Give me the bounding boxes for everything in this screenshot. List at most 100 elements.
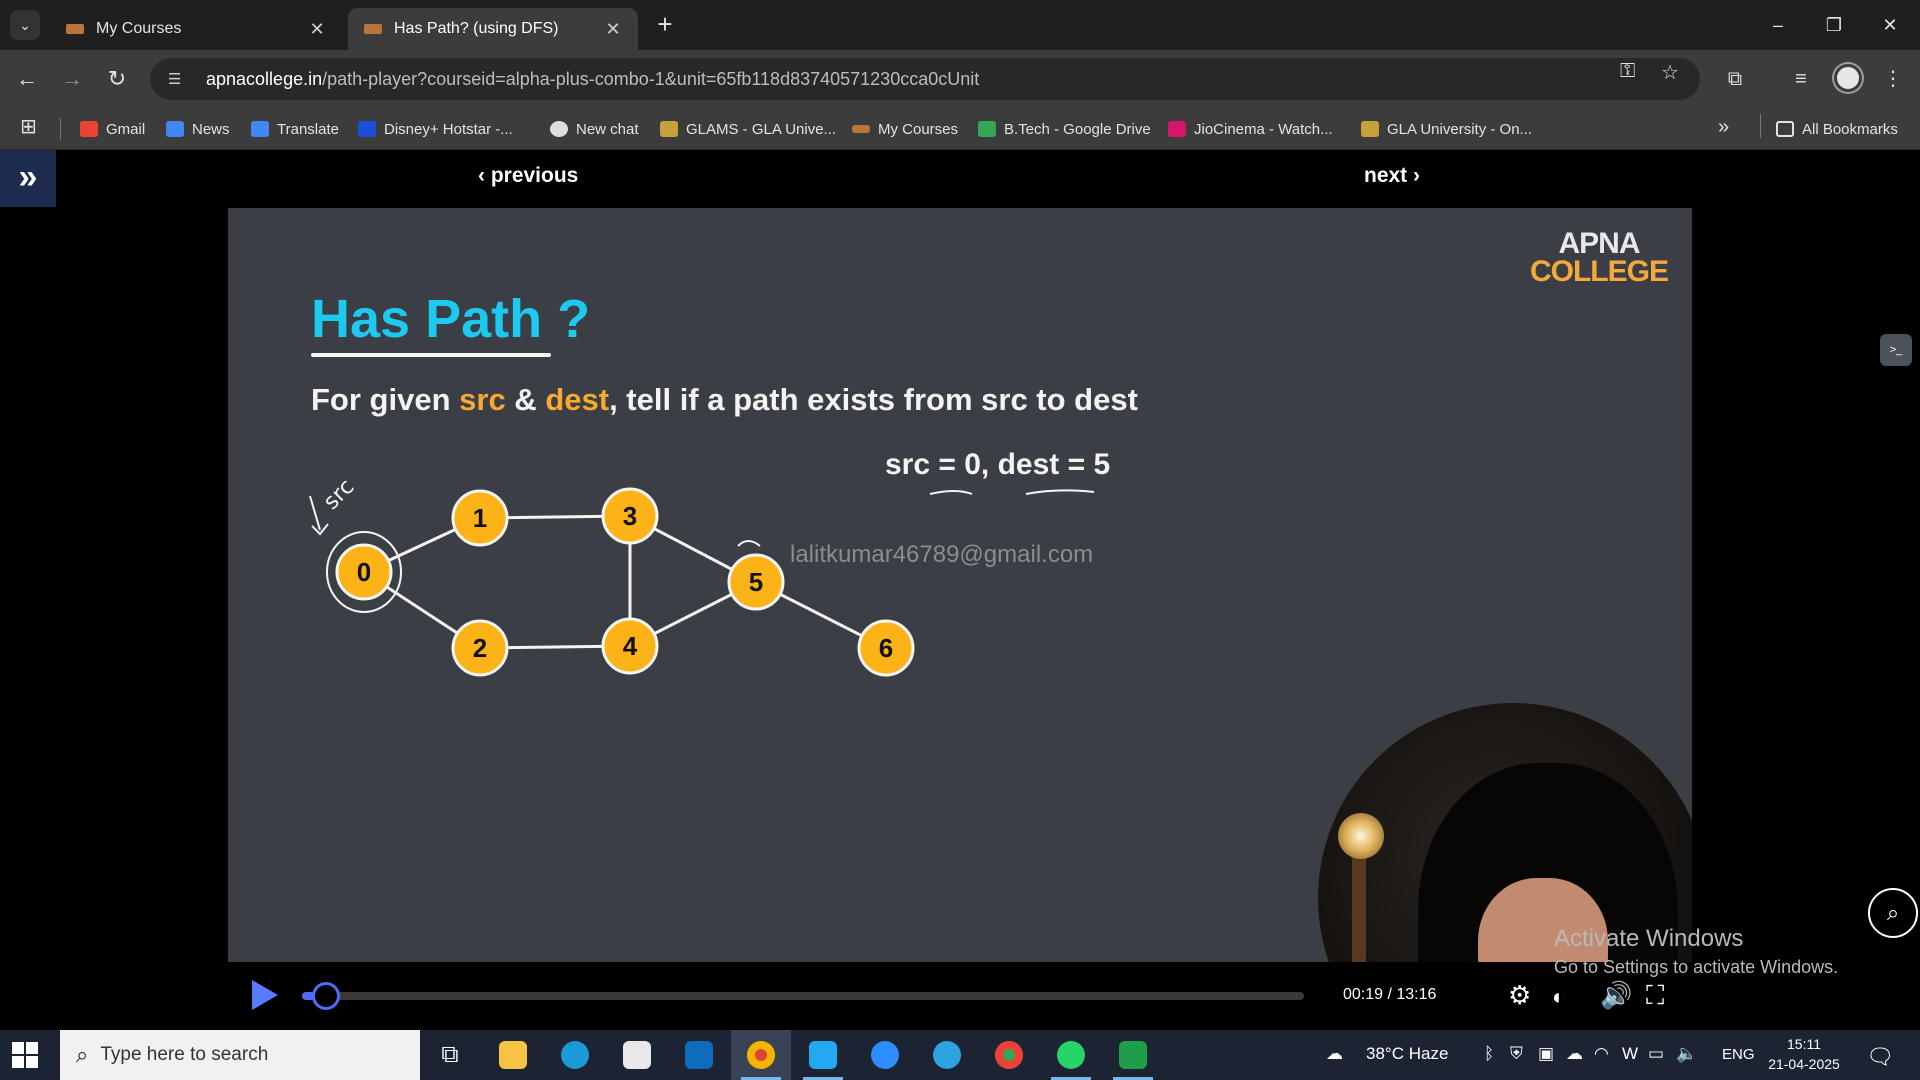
node-5: 5	[727, 553, 785, 611]
edge-icon[interactable]	[545, 1030, 605, 1080]
next-button[interactable]: next ›	[1364, 164, 1420, 188]
gmail-icon	[80, 121, 98, 137]
whatsapp-icon[interactable]	[1041, 1030, 1101, 1080]
forward-arrow-icon[interactable]: →	[55, 62, 89, 96]
password-key-icon[interactable]: ⚿	[1620, 60, 1635, 83]
tab-search-chevron-down-icon[interactable]: ⌄	[10, 10, 40, 40]
windows-start-icon[interactable]	[12, 1042, 38, 1068]
onedrive-cloud-icon[interactable]: ☁	[1566, 1044, 1583, 1064]
taskbar-search-input[interactable]: ⌕ Type here to search	[60, 1030, 420, 1080]
bookmark-jiocinema[interactable]: JioCinema - Watch...	[1168, 118, 1333, 140]
language-indicator[interactable]: ENG	[1722, 1046, 1755, 1063]
close-icon[interactable]: ✕	[306, 19, 328, 40]
tab-favicon	[66, 24, 84, 34]
file-explorer-icon[interactable]	[483, 1030, 543, 1080]
play-icon[interactable]	[252, 980, 278, 1010]
node-label: 4	[623, 631, 638, 661]
volume-icon[interactable]: 🔊	[1600, 980, 1632, 1011]
window-close-icon[interactable]: ✕	[1862, 8, 1918, 42]
url-host: apnacollege.in	[206, 68, 323, 89]
jiocinema-icon	[1168, 121, 1186, 137]
previous-button[interactable]: ‹ previous	[478, 164, 578, 188]
bookmark-hotstar[interactable]: Disney+ Hotstar -...	[358, 118, 513, 140]
node-label: 0	[357, 557, 371, 587]
url-path: /path-player?courseid=alpha-plus-combo-1…	[322, 68, 980, 89]
taskbar-clock[interactable]: 15:11 21-04-2025	[1768, 1034, 1840, 1074]
bookmark-star-icon[interactable]: ☆	[1661, 60, 1679, 85]
close-icon[interactable]: ✕	[602, 19, 624, 40]
chrome-profile-icon[interactable]	[979, 1030, 1039, 1080]
menu-kebab-icon[interactable]: ⋮	[1876, 62, 1910, 96]
news-icon	[166, 121, 184, 137]
zoom-magnifier-icon[interactable]: ⌕	[1868, 888, 1918, 938]
site-info-icon[interactable]: ☰	[168, 70, 190, 88]
node-3: 3	[601, 487, 659, 545]
address-bar[interactable]: ☰ apnacollege.in/path-player?courseid=al…	[150, 58, 1700, 100]
wifi-icon[interactable]: ◠	[1594, 1044, 1609, 1064]
word-icon[interactable]: W	[1622, 1044, 1638, 1064]
vscode-icon[interactable]	[793, 1030, 853, 1080]
dest-tick-mark	[737, 540, 761, 547]
node-label: 5	[749, 567, 763, 597]
task-view-icon[interactable]: ⧉	[420, 1030, 480, 1080]
side-command-icon[interactable]: >_	[1880, 334, 1912, 366]
bookmark-google-drive[interactable]: B.Tech - Google Drive	[978, 118, 1151, 140]
speaker-icon[interactable]: 🔈	[1676, 1044, 1697, 1064]
back-arrow-icon[interactable]: ←	[10, 62, 44, 96]
telegram-icon[interactable]	[917, 1030, 977, 1080]
security-shield-icon[interactable]: ⛨	[1510, 1044, 1523, 1064]
sidebar-expand-icon[interactable]: »	[0, 150, 56, 207]
tab-has-path[interactable]: Has Path? (using DFS) ✕	[348, 8, 638, 50]
node-label: 3	[623, 501, 637, 531]
gla-icon	[660, 121, 678, 137]
media-control-icon[interactable]: ≡	[1784, 62, 1818, 96]
bookmark-translate[interactable]: Translate	[251, 118, 339, 140]
autoplay-toggle-icon[interactable]: ◐	[1552, 984, 1565, 1010]
minimize-icon[interactable]: –	[1750, 8, 1806, 42]
weather-text[interactable]: 38°C Haze	[1366, 1044, 1448, 1064]
bookmark-news[interactable]: News	[166, 118, 230, 140]
google-drive-icon	[978, 121, 996, 137]
folder-icon	[1776, 121, 1794, 137]
node-4: 4	[601, 617, 659, 675]
bookmark-new-chat[interactable]: New chat	[550, 118, 639, 140]
camera-icon[interactable]: ▣	[1538, 1044, 1554, 1064]
chrome-icon[interactable]	[731, 1030, 791, 1080]
src-annotation: src	[319, 474, 359, 514]
bookmarks-overflow-icon[interactable]: »	[1718, 116, 1729, 138]
apps-grid-icon[interactable]: ⊞	[20, 114, 37, 139]
bluetooth-icon[interactable]: ᛒ	[1484, 1044, 1494, 1064]
node-label: 1	[473, 503, 487, 533]
underline-src-mark	[929, 490, 973, 495]
video-frame[interactable]: APNA COLLEGE Has Path ? For given src & …	[228, 208, 1692, 962]
reload-icon[interactable]: ↻	[100, 62, 134, 96]
profile-avatar[interactable]	[1834, 64, 1862, 92]
weather-icon[interactable]: ☁	[1326, 1044, 1343, 1064]
underline-dest-mark	[1025, 489, 1095, 495]
bookmark-gmail[interactable]: Gmail	[80, 118, 145, 140]
node-1: 1	[451, 489, 509, 547]
tab-my-courses[interactable]: My Courses ✕	[50, 8, 342, 50]
outlook-icon[interactable]	[669, 1030, 729, 1080]
store-icon[interactable]	[607, 1030, 667, 1080]
restore-icon[interactable]: ❐	[1806, 8, 1862, 42]
extensions-puzzle-icon[interactable]: ⧉	[1718, 62, 1752, 96]
node-label: 2	[473, 633, 487, 663]
apna-college-icon	[852, 125, 870, 133]
fullscreen-icon[interactable]: ⛶	[1646, 980, 1664, 1012]
bookmark-my-courses[interactable]: My Courses	[852, 118, 958, 140]
notifications-icon[interactable]: 🗨	[1866, 1044, 1894, 1070]
settings-gear-icon[interactable]: ⚙	[1508, 980, 1531, 1011]
all-bookmarks[interactable]: All Bookmarks	[1776, 118, 1898, 140]
new-tab-plus-icon[interactable]: +	[650, 10, 680, 40]
tab-favicon	[364, 24, 382, 34]
search-icon: ⌕	[76, 1042, 89, 1067]
battery-icon[interactable]: ▭	[1648, 1044, 1664, 1064]
bookmark-gla-university[interactable]: GLA University - On...	[1361, 118, 1532, 140]
bookmark-glams[interactable]: GLAMS - GLA Unive...	[660, 118, 836, 140]
zoom-app-icon[interactable]	[855, 1030, 915, 1080]
node-6: 6	[857, 619, 915, 677]
spreadsheet-app-icon[interactable]	[1103, 1030, 1163, 1080]
seek-bar[interactable]	[302, 992, 1304, 1000]
seek-thumb[interactable]	[312, 982, 340, 1010]
